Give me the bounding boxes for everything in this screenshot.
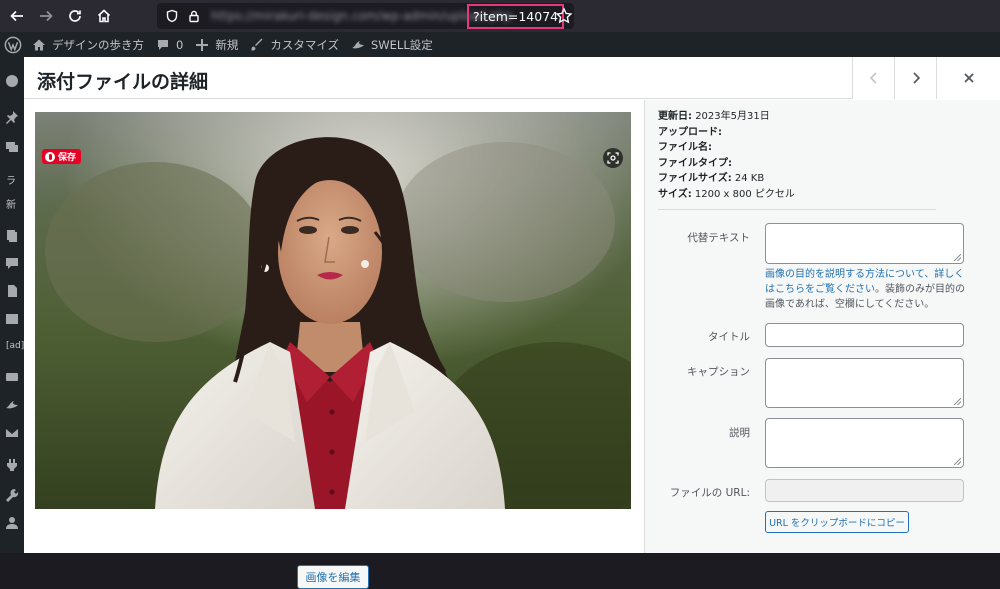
pinterest-save-button[interactable]: 保存 — [42, 149, 82, 164]
close-icon — [963, 73, 974, 83]
swell-label: SWELL設定 — [370, 38, 433, 52]
modal-header: 添付ファイルの詳細 — [24, 57, 1000, 99]
dimensions-label: サイズ: — [658, 188, 692, 200]
alt-text-field[interactable] — [765, 223, 964, 264]
copy-url-button[interactable]: URL をクリップボードにコピー — [765, 511, 909, 533]
attachment-details-pane: 更新日: 2023年5月31日 アップロード: ファイル名: ファイルタイプ: … — [644, 100, 1000, 553]
next-button[interactable] — [894, 57, 936, 99]
shield-icon[interactable] — [161, 3, 183, 29]
admin-sidebar: ラ 新 [ad] — [0, 58, 24, 553]
edit-image-button[interactable]: 画像を編集 — [297, 565, 369, 589]
file-url-label: ファイルの URL: — [669, 487, 750, 499]
filesize-value: 24 KB — [734, 173, 765, 184]
dashboard-icon[interactable] — [5, 74, 19, 88]
admin-bar-site[interactable]: デザインの歩き方 — [32, 37, 144, 53]
admin-bar-swell[interactable]: SWELL設定 — [351, 37, 433, 53]
reload-icon[interactable] — [62, 3, 88, 29]
admin-bar-comments[interactable]: 0 — [156, 38, 183, 52]
brush-icon — [251, 38, 263, 51]
shortcode-icon[interactable]: [ad] — [6, 341, 24, 351]
lock-icon[interactable] — [183, 3, 205, 29]
sidebar-submenu-text-2[interactable]: 新 — [6, 196, 16, 211]
updated-row: 更新日: 2023年5月31日 — [658, 109, 795, 125]
filetype-label: ファイルタイプ: — [658, 157, 732, 169]
resize-grip-icon[interactable] — [954, 254, 961, 261]
attachment-details-modal: 添付ファイルの詳細 保存 画像を編集 更新日: 2023年5月31日 アップロー… — [24, 57, 1000, 589]
pinterest-save-label: 保存 — [58, 153, 77, 163]
resize-grip-icon[interactable] — [954, 458, 961, 465]
admin-bar-customize[interactable]: カスタマイズ — [250, 37, 339, 53]
forward-icon[interactable] — [33, 3, 59, 29]
title-label: タイトル — [708, 331, 750, 343]
table-icon[interactable] — [5, 312, 19, 326]
visual-search-button[interactable] — [603, 148, 623, 168]
comment-icon — [158, 40, 168, 50]
attachment-image: 保存 — [35, 112, 631, 509]
updated-label: 更新日: — [658, 111, 692, 122]
media-icon[interactable] — [5, 140, 19, 154]
file-info: 更新日: 2023年5月31日 アップロード: ファイル名: ファイルタイプ: … — [658, 109, 795, 202]
mail-icon[interactable] — [5, 426, 19, 440]
filesize-label: ファイルサイズ: — [658, 173, 732, 184]
modal-title: 添付ファイルの詳細 — [37, 71, 209, 93]
appearance-icon[interactable] — [5, 398, 19, 412]
dimensions-value: 1200 x 800 ピクセル — [694, 188, 795, 200]
filetype-row: ファイルタイプ: — [658, 156, 795, 172]
wrench-icon[interactable] — [5, 488, 19, 502]
wordpress-logo-icon[interactable] — [4, 36, 22, 54]
page-icon[interactable] — [5, 284, 19, 298]
sidebar-submenu-text-1[interactable]: ラ — [6, 172, 16, 187]
filename-label: ファイル名: — [658, 142, 712, 153]
description-field[interactable] — [765, 418, 964, 468]
caption-label: キャプション — [687, 366, 750, 378]
uploaded-row: アップロード: — [658, 125, 795, 141]
back-icon[interactable] — [4, 3, 30, 29]
resize-grip-icon[interactable] — [954, 398, 961, 405]
new-label: 新規 — [215, 38, 239, 52]
pin-icon[interactable] — [5, 110, 19, 124]
updated-value: 2023年5月31日 — [695, 111, 770, 122]
wp-admin-bar: デザインの歩き方 0 新規 カスタマイズ SWELL設定 — [0, 32, 1000, 58]
lens-icon — [607, 152, 619, 164]
tool-icon[interactable] — [5, 370, 19, 384]
title-field[interactable] — [765, 323, 964, 347]
alt-text-help: 画像の目的を説明する方法について、詳しくはこちらをご覧ください。装飾のみが目的の… — [765, 267, 965, 312]
previous-button[interactable] — [852, 57, 894, 99]
uploaded-label: アップロード: — [658, 126, 722, 138]
swell-icon — [351, 41, 364, 49]
site-name: デザインの歩き方 — [52, 38, 144, 52]
bookmark-star-icon[interactable] — [555, 7, 573, 25]
comments-icon[interactable] — [5, 256, 19, 270]
plugins-icon[interactable] — [5, 458, 19, 472]
description-label: 説明 — [729, 427, 750, 439]
admin-bar-new[interactable]: 新規 — [195, 37, 238, 53]
pages-icon[interactable] — [5, 228, 19, 242]
file-url-field[interactable] — [765, 479, 964, 502]
comments-count: 0 — [176, 38, 184, 52]
url-query-highlight: ?item=14074 — [467, 4, 565, 29]
dimensions-row: サイズ: 1200 x 800 ピクセル — [658, 187, 795, 203]
plus-icon — [196, 39, 209, 51]
alt-text-label: 代替テキスト — [687, 232, 750, 244]
filesize-row: ファイルサイズ: 24 KB — [658, 171, 795, 187]
home-icon[interactable] — [91, 3, 117, 29]
pinterest-icon — [45, 151, 55, 162]
customize-label: カスタマイズ — [270, 38, 339, 52]
caption-field[interactable] — [765, 358, 964, 408]
details-divider — [658, 209, 936, 210]
close-button[interactable] — [936, 57, 1000, 99]
home-icon — [33, 39, 45, 51]
users-icon[interactable] — [5, 516, 19, 530]
image-preview-pane: 保存 画像を編集 — [24, 100, 644, 589]
filename-row: ファイル名: — [658, 140, 795, 156]
